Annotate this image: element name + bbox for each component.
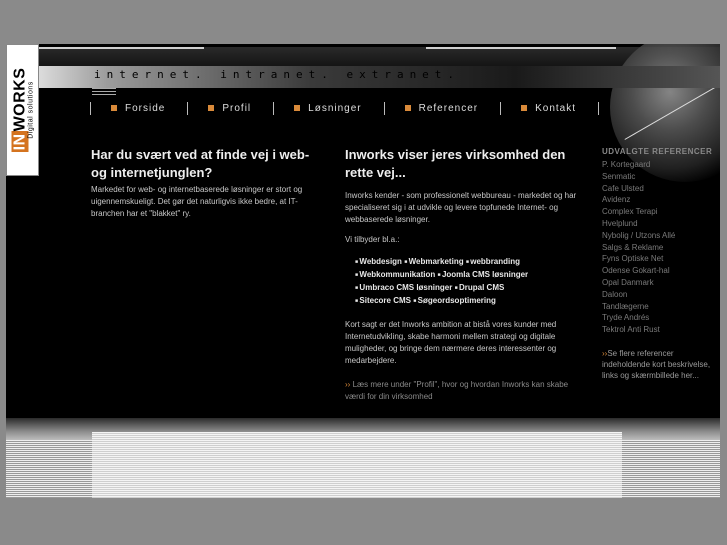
reference-item[interactable]: Opal Danmark [602,277,720,289]
intro-heading: Har du svært ved at finde vej i web- og … [91,147,310,180]
main-nav: Forside Profil Løsninger Referencer Kont… [90,101,600,115]
main-intro: Inworks kender - som professionelt webbu… [345,191,577,224]
service-item: Webdesign [355,257,402,266]
nav-item-label: Kontakt [535,102,577,114]
nav-item-forside[interactable]: Forside [111,103,165,114]
logo-brand-suffix: WORKS [11,67,28,132]
reference-item[interactable]: Tektrol Anti Rust [602,324,720,336]
logo[interactable]: INWORKS Digital solutions [6,44,39,176]
nav-item-losninger[interactable]: Løsninger [294,103,361,114]
square-bullet-icon [404,105,411,111]
nav-separator [90,101,91,115]
service-list: Webdesign Webmarketing webbranding Webko… [345,256,585,307]
reference-item[interactable]: Fyns Optiske Net [602,253,720,265]
service-item: Søgeordsoptimering [413,296,496,305]
nav-item-kontakt[interactable]: Kontakt [521,103,576,114]
more-references-text: indeholdende kort beskrivelse, links og … [602,359,711,380]
decor-stripes [92,88,116,97]
readmore-text: Læs mere under "Profil", hvor og hvordan… [345,380,569,402]
square-bullet-icon [521,105,528,111]
page-frame: internet. intranet. extranet. INWORKS Di… [6,44,720,498]
ambition-text: Kort sagt er det Inworks ambition at bis… [345,320,557,366]
service-item: Joomla CMS løsninger [438,270,529,279]
references-sidebar: UDVALGTE REFERENCER P. Kortegaard Senmat… [602,146,720,381]
nav-item-label: Forside [125,102,166,114]
service-row: Umbraco CMS løsninger Drupal CMS [355,282,585,295]
nav-separator [598,101,600,115]
reference-item[interactable]: Tryde Andrés [602,312,720,324]
reference-item[interactable]: Cafe Ulsted [602,183,720,195]
nav-separator [273,101,275,115]
nav-item-label: Profil [222,102,252,114]
reference-item[interactable]: Daloon [602,289,720,301]
offer-label: Vi tilbyder bl.a.: [345,235,400,244]
reference-item[interactable]: Senmatic [602,171,720,183]
tagline: internet. intranet. extranet. [94,68,461,81]
more-references: ››Se flere referencer indeholdende kort … [602,348,720,381]
service-item: Webkommunikation [355,270,435,279]
square-bullet-icon [111,105,117,111]
service-row: Webkommunikation Joomla CMS løsninger [355,269,585,282]
references-heading: UDVALGTE REFERENCER [602,147,713,156]
nav-item-label: Referencer [418,102,479,114]
nav-item-referencer[interactable]: Referencer [404,102,479,114]
main-column: Inworks viser jeres virksomhed den rette… [345,146,585,403]
square-bullet-icon [208,105,215,111]
reference-item[interactable]: Salgs & Reklame [602,242,720,254]
square-bullet-icon [294,105,301,111]
references-list: P. Kortegaard Senmatic Cafe Ulsted Avide… [602,159,720,336]
logo-brand: INWORKS [11,68,28,153]
reference-item[interactable]: Hvelplund [602,218,720,230]
more-references-link[interactable]: ››Se flere referencer [602,348,720,359]
reference-item[interactable]: Nybolig / Utzons Allé [602,230,720,242]
main-heading: Inworks viser jeres virksomhed den rette… [345,147,566,180]
footer-panel [92,432,622,498]
service-item: Webmarketing [404,257,463,266]
service-item: webbranding [466,257,520,266]
reference-item[interactable]: Tandlægerne [602,301,720,313]
service-item: Umbraco CMS løsninger [355,283,452,292]
reference-item[interactable]: Complex Terapi [602,206,720,218]
reference-item[interactable]: Avidenz [602,194,720,206]
reference-item[interactable]: P. Kortegaard [602,159,720,171]
nav-separator [500,101,502,115]
nav-item-profil[interactable]: Profil [208,103,251,114]
logo-brand-prefix: IN [11,131,28,153]
header-divider [426,47,616,49]
service-item: Sitecore CMS [355,296,411,305]
intro-column: Har du svært ved at finde vej i web- og … [91,146,326,220]
double-arrow-icon: ›› [345,380,353,390]
service-row: Sitecore CMS Søgeordsoptimering [355,295,585,308]
header-divider [39,47,204,49]
readmore-link[interactable]: ›› Læs mere under "Profil", hvor og hvor… [345,379,585,403]
nav-separator [383,101,385,115]
nav-separator [187,101,189,115]
service-item: Drupal CMS [455,283,505,292]
reference-item[interactable]: Odense Gokart-hal [602,265,720,277]
more-references-label: Se flere referencer [607,348,674,358]
intro-text: Markedet for web- og internetbaserede lø… [91,185,303,218]
service-row: Webdesign Webmarketing webbranding [355,256,585,269]
nav-item-label: Løsninger [308,102,362,114]
